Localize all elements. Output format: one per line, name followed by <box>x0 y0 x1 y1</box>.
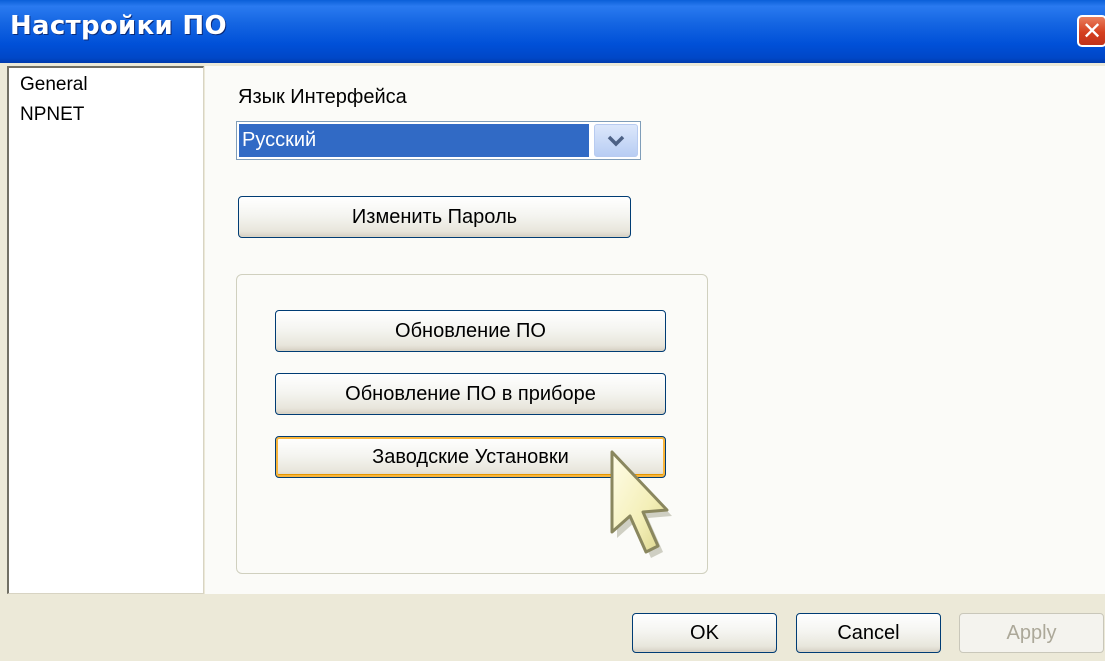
dialog-button-bar: OK Cancel Apply <box>0 594 1105 661</box>
update-software-button[interactable]: Обновление ПО <box>275 310 666 352</box>
update-device-software-button[interactable]: Обновление ПО в приборе <box>275 373 666 415</box>
window-title: Настройки ПО <box>10 11 227 41</box>
mouse-pointer-icon <box>610 450 672 558</box>
language-select[interactable]: Русский <box>236 121 641 160</box>
apply-button[interactable]: Apply <box>959 613 1104 653</box>
language-label: Язык Интерфейса <box>238 86 407 108</box>
dropdown-button[interactable] <box>594 124 638 157</box>
sidebar-item-npnet[interactable]: NPNET <box>20 104 84 126</box>
sidebar-item-general[interactable]: General <box>20 74 88 96</box>
close-button[interactable]: ✕ <box>1077 15 1105 47</box>
title-bar[interactable]: Настройки ПО ✕ <box>0 0 1105 63</box>
close-icon: ✕ <box>1081 17 1103 45</box>
chevron-down-icon <box>607 135 625 147</box>
language-select-value: Русский <box>239 124 589 157</box>
settings-category-list[interactable]: General NPNET <box>7 66 204 594</box>
change-password-button[interactable]: Изменить Пароль <box>238 196 631 238</box>
cancel-button[interactable]: Cancel <box>796 613 941 653</box>
ok-button[interactable]: OK <box>632 613 777 653</box>
